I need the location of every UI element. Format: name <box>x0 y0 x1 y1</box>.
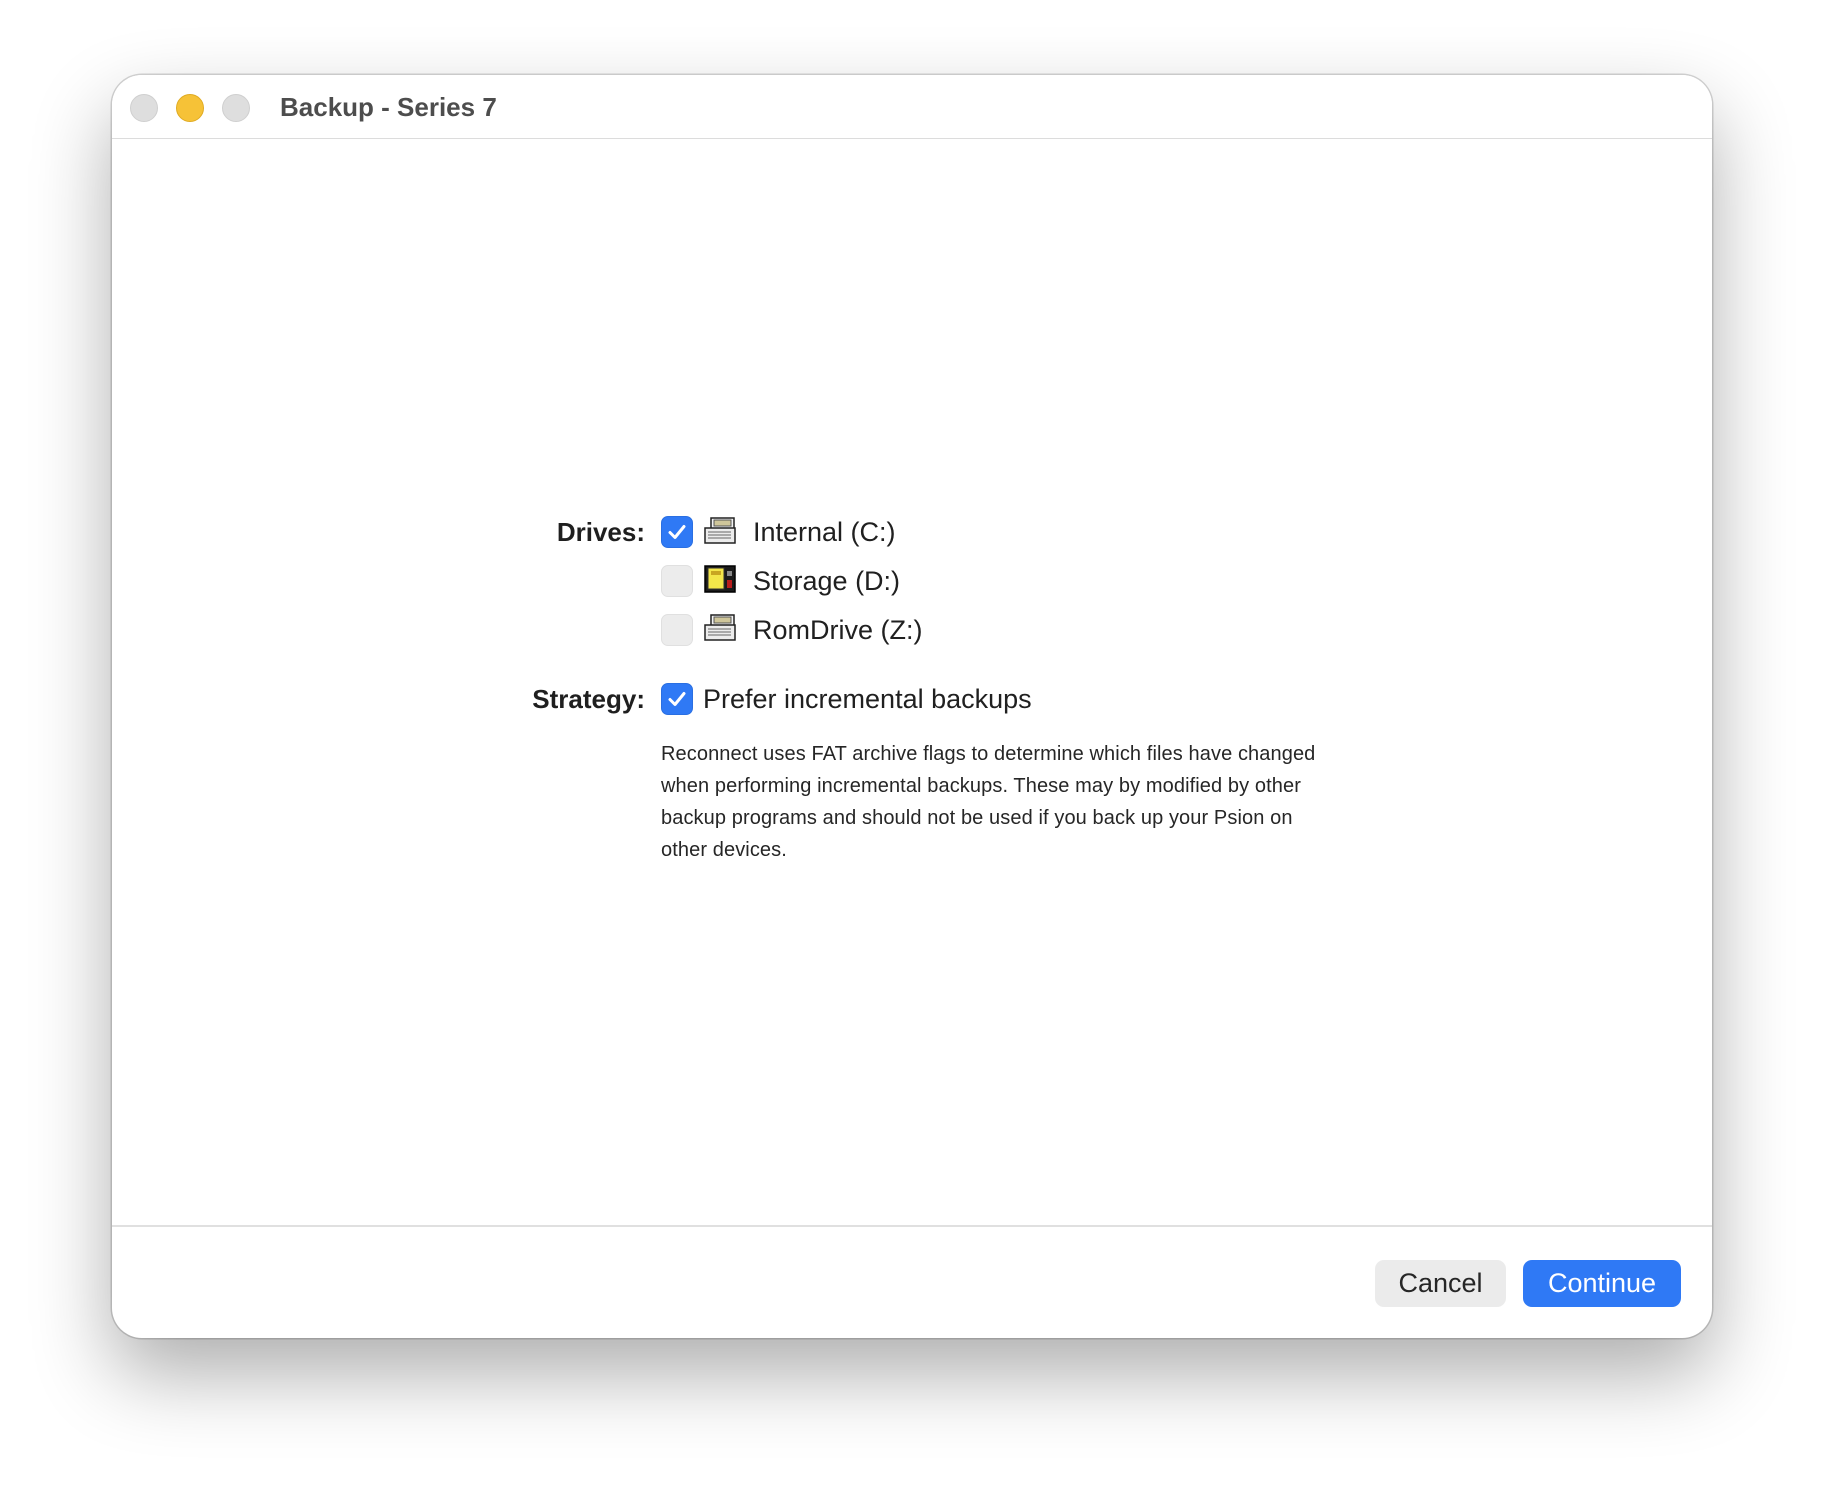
cancel-button[interactable]: Cancel <box>1375 1260 1506 1307</box>
storage-card-icon <box>704 565 736 593</box>
drive-c-label[interactable]: Internal (C:) <box>753 515 896 549</box>
continue-button[interactable]: Continue <box>1523 1260 1681 1307</box>
content-area: Drives: Internal (C:) Storage (D:) RomDr… <box>112 140 1712 1160</box>
close-window-button[interactable] <box>130 94 158 122</box>
backup-window: Backup - Series 7 Drives: Internal (C:) <box>112 75 1712 1338</box>
internal-drive-icon <box>704 517 736 544</box>
footer-divider <box>112 1225 1712 1227</box>
strategy-label: Strategy: <box>532 684 645 714</box>
drive-d-label[interactable]: Storage (D:) <box>753 564 900 598</box>
checkmark-icon <box>668 525 686 539</box>
drive-z-checkbox[interactable] <box>661 614 693 646</box>
incremental-backup-label[interactable]: Prefer incremental backups <box>703 682 1032 716</box>
minimize-window-button[interactable] <box>176 94 204 122</box>
drives-label: Drives: <box>556 517 645 547</box>
zoom-window-button[interactable] <box>222 94 250 122</box>
drive-d-checkbox[interactable] <box>661 565 693 597</box>
rom-drive-icon <box>704 614 736 641</box>
incremental-backup-checkbox[interactable] <box>661 683 693 715</box>
title-bar: Backup - Series 7 <box>112 75 1712 139</box>
drive-z-label[interactable]: RomDrive (Z:) <box>753 613 923 647</box>
strategy-description: Reconnect uses FAT archive flags to dete… <box>661 743 1316 861</box>
window-title: Backup - Series 7 <box>280 92 497 122</box>
drive-c-checkbox[interactable] <box>661 516 693 548</box>
checkmark-icon <box>668 692 686 706</box>
